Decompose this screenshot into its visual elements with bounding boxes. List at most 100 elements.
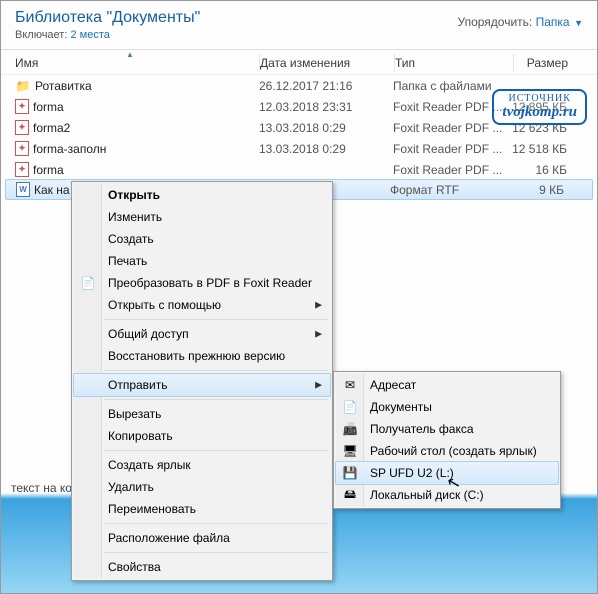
menu-item-label: SP UFD U2 (L:) — [370, 466, 454, 480]
menu-item-label: Свойства — [108, 560, 161, 574]
pdf-icon: 📄 — [80, 275, 96, 291]
menu-item-label: Адресат — [370, 378, 416, 392]
submenu-arrow-icon: ▶ — [315, 329, 322, 340]
menu-item[interactable]: 🖥 Рабочий стол (создать ярлык) — [336, 440, 558, 462]
menu-item-label: Документы — [370, 400, 432, 414]
watermark-label: ИСТОЧНИК — [502, 93, 577, 104]
pdf-icon: ✦ — [15, 141, 29, 156]
file-date: 13.03.2018 0:29 — [259, 121, 393, 135]
menu-item-label: Рабочий стол (создать ярлык) — [370, 444, 537, 458]
menu-item-label: Открыть — [108, 188, 160, 202]
source-watermark: ИСТОЧНИК tvojkomp.ru — [492, 89, 587, 125]
menu-separator — [104, 523, 328, 524]
menu-item[interactable]: Свойства — [74, 556, 330, 578]
file-row[interactable]: ✦ forma Foxit Reader PDF ...16 КБ — [1, 159, 597, 180]
column-type[interactable]: Тип — [395, 56, 513, 70]
column-name[interactable]: ▲ Имя — [1, 56, 259, 70]
library-title-block: Библиотека "Документы" Включает: 2 места — [15, 9, 200, 41]
includes-link[interactable]: 2 места — [70, 29, 109, 41]
menu-item-label: Расположение файла — [108, 531, 230, 545]
context-menu[interactable]: Открыть Изменить Создать Печать 📄 Преобразова… — [71, 181, 333, 581]
file-size: 16 КБ — [511, 163, 567, 177]
menu-item-label: Получатель факса — [370, 422, 474, 436]
background-truncated-text: текст на ко — [11, 481, 72, 495]
pdf-icon: ✦ — [15, 99, 29, 114]
hdd-icon: 🖴 — [342, 487, 358, 503]
file-name: forma-заполн — [33, 142, 106, 156]
menu-item-label: Изменить — [108, 210, 162, 224]
send-to-submenu[interactable]: ✉Адресат 📄 Документы 📠 Получатель факса 🖥 Рабо… — [333, 371, 561, 509]
file-name: forma — [33, 100, 64, 114]
menu-item[interactable]: Восстановить прежнюю версию — [74, 345, 330, 367]
menu-item[interactable]: Расположение файла — [74, 527, 330, 549]
pdf-icon: ✦ — [15, 162, 29, 177]
file-name: forma — [33, 163, 64, 177]
file-date: 26.12.2017 21:16 — [259, 79, 393, 93]
file-row[interactable]: ✦ forma-заполн 13.03.2018 0:29Foxit Reader… — [1, 138, 597, 159]
submenu-arrow-icon: ▶ — [315, 300, 322, 311]
file-type: Формат RTF — [390, 183, 508, 197]
pdf-icon: ✦ — [15, 120, 29, 135]
includes-label: Включает: — [15, 29, 67, 41]
menu-item-label: Удалить — [108, 480, 154, 494]
menu-separator — [104, 450, 328, 451]
arrange-label: Упорядочить: — [458, 15, 533, 29]
watermark-domain: tvojkomp.ru — [502, 104, 577, 120]
menu-item-label: Общий доступ — [108, 327, 189, 341]
file-name: Ротавитка — [35, 79, 92, 93]
column-size[interactable]: Размер — [514, 56, 576, 70]
chevron-down-icon: ▼ — [572, 18, 583, 28]
file-date: 13.03.2018 0:29 — [259, 142, 393, 156]
fax-icon: 📠 — [342, 421, 358, 437]
menu-separator — [104, 319, 328, 320]
menu-item[interactable]: Вырезать — [74, 403, 330, 425]
menu-item-label: Отправить — [108, 378, 168, 392]
column-headers: ▲ Имя Дата изменения Тип Размер — [1, 50, 597, 75]
file-date: 12.03.2018 23:31 — [259, 100, 393, 114]
menu-item-label: Локальный диск (C:) — [370, 488, 484, 502]
submenu-arrow-icon: ▶ — [315, 380, 322, 391]
menu-item[interactable]: 📄 Документы — [336, 396, 558, 418]
menu-separator — [104, 552, 328, 553]
menu-item-label: Открыть с помощью — [108, 298, 221, 312]
library-header: Библиотека "Документы" Включает: 2 места… — [1, 1, 597, 50]
desktop-icon: 🖥 — [342, 443, 358, 459]
file-type: Foxit Reader PDF ... — [393, 163, 511, 177]
arrange-block: Упорядочить: Папка ▼ — [458, 9, 584, 29]
menu-item[interactable]: 📄 Преобразовать в PDF в Foxit Reader — [74, 272, 330, 294]
menu-item[interactable]: Удалить — [74, 476, 330, 498]
menu-item-label: Переименовать — [108, 502, 196, 516]
menu-item[interactable]: Переименовать — [74, 498, 330, 520]
menu-item[interactable]: Открыть с помощью ▶ — [74, 294, 330, 316]
file-size: 12 518 КБ — [511, 142, 567, 156]
menu-item[interactable]: Общий доступ ▶ — [74, 323, 330, 345]
file-size: 9 КБ — [508, 183, 564, 197]
column-date[interactable]: Дата изменения — [260, 56, 394, 70]
rtf-icon: W — [16, 182, 30, 197]
sort-asc-icon: ▲ — [126, 50, 134, 59]
menu-separator — [104, 370, 328, 371]
menu-item[interactable]: Создать ярлык — [74, 454, 330, 476]
menu-item-label: Печать — [108, 254, 147, 268]
docs-icon: 📄 — [342, 399, 358, 415]
menu-item[interactable]: Открыть — [74, 184, 330, 206]
menu-item-label: Вырезать — [108, 407, 161, 421]
menu-item[interactable]: Отправить ▶ — [73, 373, 331, 397]
file-name: forma2 — [33, 121, 70, 135]
menu-item-label: Восстановить прежнюю версию — [108, 349, 285, 363]
menu-item-label: Создать ярлык — [108, 458, 191, 472]
file-type: Foxit Reader PDF ... — [393, 142, 511, 156]
usb-icon: 💾 — [342, 465, 358, 481]
menu-item[interactable]: ✉Адресат — [336, 374, 558, 396]
includes-line: Включает: 2 места — [15, 29, 200, 41]
menu-item[interactable]: 📠 Получатель факса — [336, 418, 558, 440]
menu-item-label: Преобразовать в PDF в Foxit Reader — [108, 276, 312, 290]
menu-item-label: Создать — [108, 232, 154, 246]
menu-item[interactable]: Изменить — [74, 206, 330, 228]
menu-item[interactable]: Копировать — [74, 425, 330, 447]
menu-item[interactable]: Печать — [74, 250, 330, 272]
menu-item[interactable]: Создать — [74, 228, 330, 250]
menu-item-label: Копировать — [108, 429, 173, 443]
arrange-dropdown[interactable]: Папка ▼ — [536, 15, 583, 29]
file-name: Как на — [34, 183, 70, 197]
